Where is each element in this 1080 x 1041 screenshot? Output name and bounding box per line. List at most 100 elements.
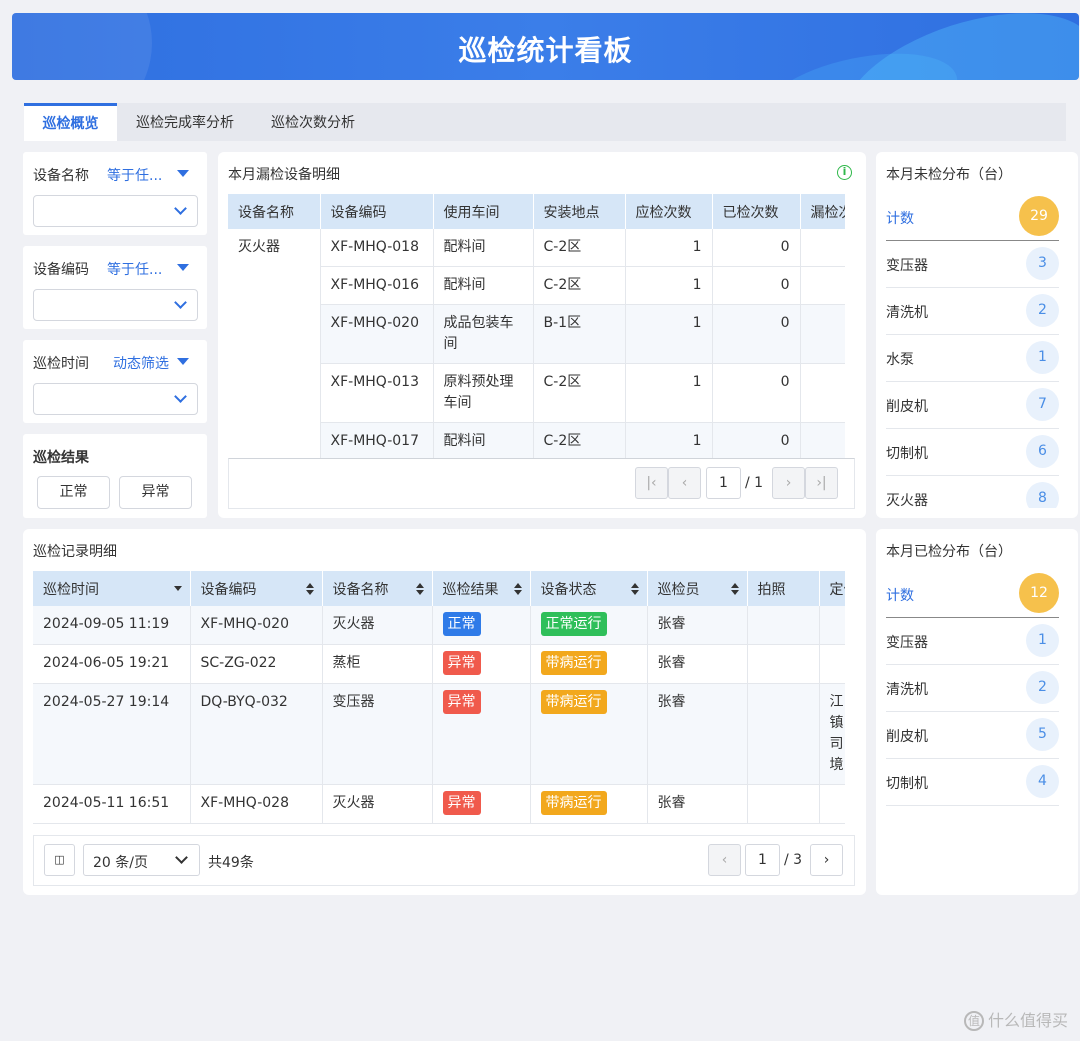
device-code-select[interactable] <box>33 289 198 321</box>
list-item[interactable]: 削皮机 7 <box>886 382 1059 429</box>
unchecked-distribution-card: 本月未检分布（台） 计数 29 变压器 3 清洗机 2 水泵 1 削皮机 7 切制机 6 … <box>876 152 1078 518</box>
table-cell: 原料预处理车间 <box>433 363 534 423</box>
column-header[interactable]: 设备编码 <box>320 194 434 229</box>
table-cell: 张睿 <box>647 644 748 684</box>
table-cell: 蒸柜 <box>322 644 433 684</box>
sort-icon[interactable] <box>730 583 739 595</box>
tab-completion-rate[interactable]: 巡检完成率分析 <box>122 103 248 141</box>
table-row[interactable]: 2024-05-27 19:14 DQ-BYQ-032 变压器 异常 带病运行 … <box>33 683 845 785</box>
list-item[interactable]: 切制机 4 <box>886 759 1059 806</box>
device-name-select[interactable] <box>33 195 198 227</box>
table-cell: 2024-05-27 19:14 <box>33 683 191 785</box>
table-cell: B-1区 <box>533 304 626 364</box>
table-cell: XF-MHQ-020 <box>190 606 323 645</box>
first-page-button[interactable]: |‹ <box>635 467 668 499</box>
page-input[interactable]: 1 <box>706 467 741 499</box>
distribution-list: 计数 29 变压器 3 清洗机 2 水泵 1 削皮机 7 切制机 6 灭火器 8 <box>876 194 1078 508</box>
column-header[interactable]: 漏检次数 <box>800 194 845 229</box>
table-cell: 配料间 <box>433 266 534 305</box>
list-item[interactable]: 计数 29 <box>886 194 1059 241</box>
column-header[interactable]: 巡检时间 <box>33 571 191 606</box>
count-badge: 2 <box>1026 294 1059 327</box>
column-header[interactable]: 使用车间 <box>433 194 534 229</box>
filter-device-name: 设备名称 等于任... <box>23 152 207 235</box>
location-cell <box>819 644 845 684</box>
filter-mode-dropdown[interactable]: 动态筛选 <box>113 353 169 373</box>
page-size-select[interactable]: 20 条/页 <box>83 844 200 876</box>
result-tag: 正常 <box>442 612 481 636</box>
column-header[interactable]: 设备名称 <box>228 194 321 229</box>
checked-distribution-card: 本月已检分布（台） 计数 12 变压器 1 清洗机 2 削皮机 5 切制机 4 <box>876 529 1078 895</box>
column-header[interactable]: 设备状态 <box>530 571 648 606</box>
table-row[interactable]: 灭火器 XF-MHQ-018 配料间 C-2区 1 0 <box>228 229 845 458</box>
card-title: 巡检记录明细 <box>33 544 117 560</box>
table-cell: 配料间 <box>433 229 534 267</box>
column-header[interactable]: 应检次数 <box>625 194 713 229</box>
column-header[interactable]: 巡检结果 <box>432 571 531 606</box>
last-page-button[interactable]: ›| <box>805 467 838 499</box>
result-abnormal-button[interactable]: 异常 <box>119 476 192 509</box>
table-row[interactable]: XF-MHQ-017 配料间 C-2区 1 0 <box>228 422 845 458</box>
item-label: 灭火器 <box>886 493 928 508</box>
list-item[interactable]: 变压器 3 <box>886 241 1059 288</box>
list-item[interactable]: 清洗机 2 <box>886 665 1059 712</box>
column-header[interactable]: 设备编码 <box>190 571 323 606</box>
item-label: 切制机 <box>886 776 928 792</box>
table-row[interactable]: 2024-09-05 11:19 XF-MHQ-020 灭火器 正常 正常运行 … <box>33 606 845 645</box>
prev-page-button[interactable]: ‹ <box>668 467 701 499</box>
caret-down-icon[interactable] <box>177 170 189 177</box>
item-label: 变压器 <box>886 258 928 274</box>
table-row[interactable]: XF-MHQ-020 成品包装车间 B-1区 1 0 <box>228 304 845 364</box>
table-cell: 带病运行 <box>530 683 648 785</box>
table-cell: 灭火器 <box>322 784 433 824</box>
filter-mode-dropdown[interactable]: 等于任... <box>107 259 162 279</box>
list-item[interactable]: 清洗机 2 <box>886 288 1059 335</box>
result-normal-button[interactable]: 正常 <box>37 476 110 509</box>
table-row[interactable]: 2024-05-11 16:51 XF-MHQ-028 灭火器 异常 带病运行 … <box>33 784 845 824</box>
tab-inspection-count[interactable]: 巡检次数分析 <box>258 103 368 141</box>
sort-icon[interactable] <box>513 583 522 595</box>
info-icon[interactable]: i <box>837 165 852 180</box>
watermark-text: 什么值得买 <box>987 1010 1068 1030</box>
column-header[interactable]: 设备名称 <box>322 571 433 606</box>
column-settings-icon[interactable]: ◫ <box>44 844 75 876</box>
caret-down-icon[interactable] <box>177 358 189 365</box>
table-row[interactable]: XF-MHQ-013 原料预处理车间 C-2区 1 0 <box>228 363 845 423</box>
sort-icon[interactable] <box>630 583 639 595</box>
next-page-button[interactable]: › <box>772 467 805 499</box>
table-cell: 2024-06-05 19:21 <box>33 644 191 684</box>
next-page-button[interactable]: › <box>810 844 843 876</box>
filter-inspection-result: 巡检结果 正常 异常 <box>23 434 207 518</box>
inspection-time-select[interactable] <box>33 383 198 415</box>
tab-overview[interactable]: 巡检概览 <box>24 103 117 141</box>
table-cell: XF-MHQ-028 <box>190 784 323 824</box>
list-item[interactable]: 切制机 6 <box>886 429 1059 476</box>
caret-down-icon[interactable] <box>177 264 189 271</box>
list-item[interactable]: 水泵 1 <box>886 335 1059 382</box>
filter-label: 巡检结果 <box>33 450 89 466</box>
column-header[interactable]: 拍照 <box>747 571 820 606</box>
prev-page-button[interactable]: ‹ <box>708 844 741 876</box>
column-header[interactable]: 安装地点 <box>533 194 626 229</box>
table-cell: 张睿 <box>647 683 748 785</box>
table-row[interactable]: 2024-06-05 19:21 SC-ZG-022 蒸柜 异常 带病运行 张睿 <box>33 644 845 684</box>
sort-icon[interactable] <box>305 583 314 595</box>
table-cell: 异常 <box>432 784 531 824</box>
column-label: 巡检时间 <box>43 581 99 598</box>
list-item[interactable]: 变压器 1 <box>886 618 1059 665</box>
sort-icon[interactable] <box>415 583 424 595</box>
filter-mode-dropdown[interactable]: 等于任... <box>107 165 162 185</box>
page-input[interactable]: 1 <box>745 844 780 876</box>
column-header[interactable]: 定位 <box>819 571 845 606</box>
list-item[interactable]: 削皮机 5 <box>886 712 1059 759</box>
column-header[interactable]: 巡检员 <box>647 571 748 606</box>
table-cell: XF-MHQ-020 <box>320 304 434 364</box>
count-badge: 1 <box>1026 341 1059 374</box>
column-header[interactable]: 已检次数 <box>712 194 801 229</box>
table-row[interactable]: XF-MHQ-016 配料间 C-2区 1 0 <box>228 266 845 305</box>
list-item[interactable]: 计数 12 <box>886 571 1059 618</box>
card-title: 本月未检分布（台） <box>886 167 1012 183</box>
table-cell: XF-MHQ-017 <box>320 422 434 458</box>
sort-desc-icon[interactable] <box>173 586 182 591</box>
list-item[interactable]: 灭火器 8 <box>886 476 1059 508</box>
